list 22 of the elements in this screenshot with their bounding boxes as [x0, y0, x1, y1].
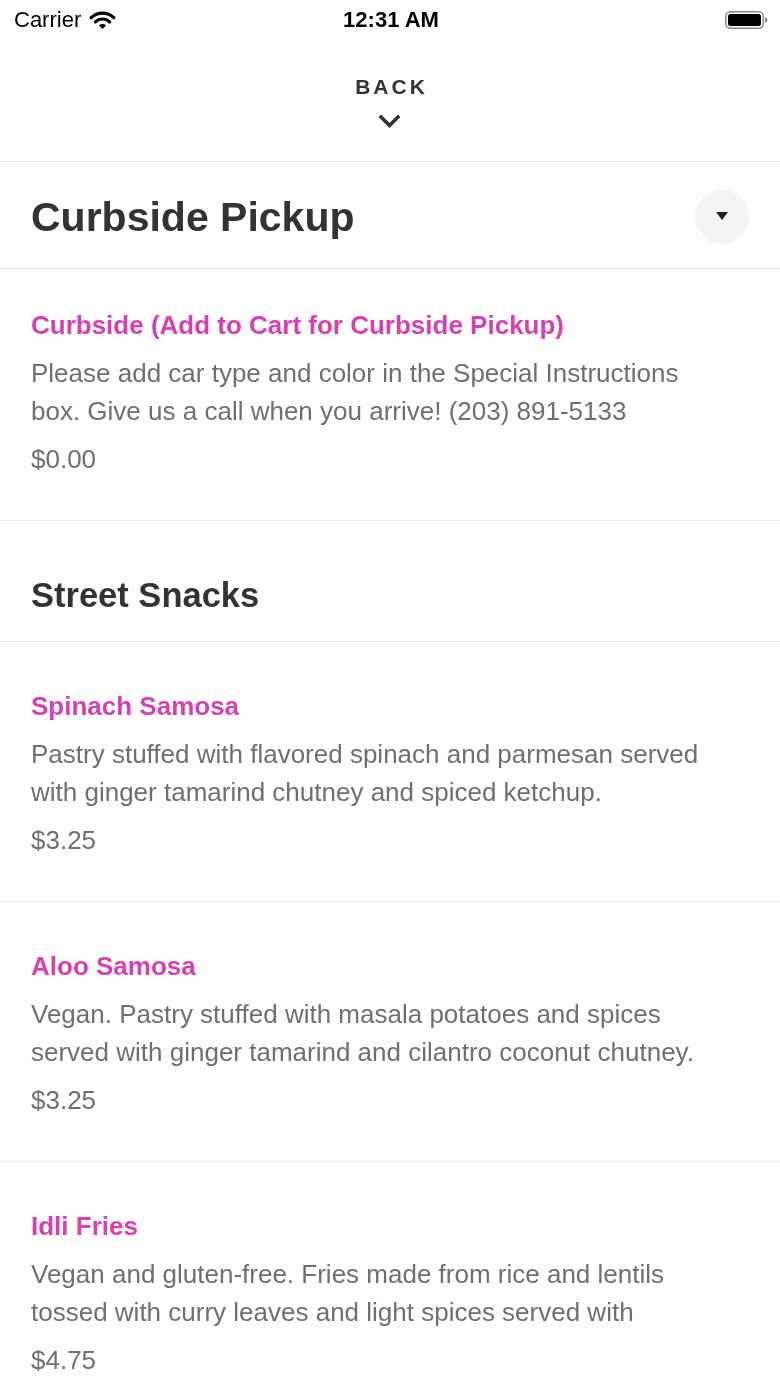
chevron-down-icon: [379, 115, 401, 128]
item-price: $3.25: [31, 1084, 97, 1117]
item-name[interactable]: Spinach Samosa: [31, 690, 240, 722]
item-name[interactable]: Aloo Samosa: [31, 950, 196, 982]
section-title: Street Snacks: [31, 575, 260, 615]
wifi-icon: [89, 10, 117, 30]
dropdown-button[interactable]: [696, 190, 748, 242]
item-price: $3.25: [31, 824, 97, 857]
item-description: Vegan and gluten-free. Fries made from rice and lentils tossed with curry leaves and light spices served with: [31, 1258, 665, 1329]
item-price: $4.75: [31, 1344, 97, 1377]
item-description: Pastry stuffed with flavored spinach and parmesan served with ginger tamarind chutney and spiced ketchup.: [31, 738, 700, 809]
carrier-name: Carrier: [14, 7, 82, 33]
caret-down-icon: [716, 212, 728, 220]
item-name[interactable]: Idli Fries: [31, 1210, 138, 1242]
item-price: $0.00: [31, 443, 97, 476]
clock-time: 12:31 AM: [343, 7, 439, 33]
category-title: Curbside Pickup: [31, 193, 355, 241]
item-name[interactable]: Curbside (Add to Cart for Curbside Pickup): [31, 309, 565, 341]
item-description: Please add car type and color in the Special Instructions box. Give us a call when you arrive! (203) 891-5133: [31, 357, 680, 428]
back-button[interactable]: BACK: [352, 75, 428, 128]
item-description: Vegan. Pastry stuffed with masala potatoes and spices served with ginger tamarind and cilantro coconut chutney.: [31, 998, 695, 1069]
battery-icon: [725, 11, 768, 29]
